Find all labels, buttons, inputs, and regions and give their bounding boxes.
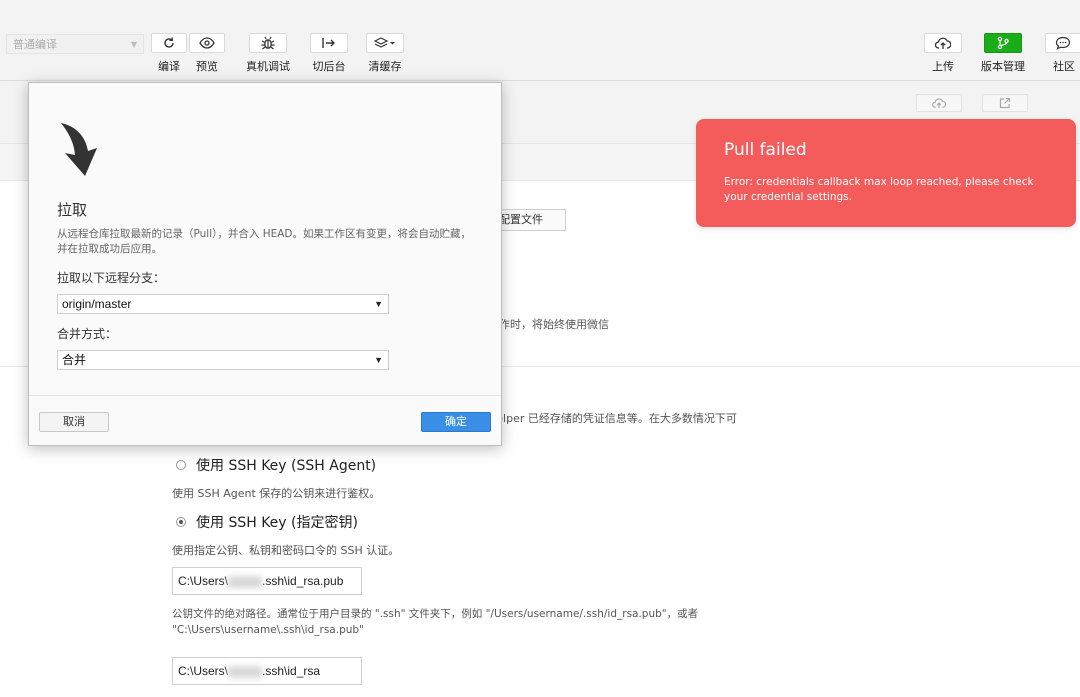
ssh-agent-option[interactable]: 使用 SSH Key (SSH Agent) [176, 455, 376, 475]
branch-label: 拉取以下远程分支： [57, 271, 166, 285]
upload-label: 上传 [932, 60, 954, 73]
ssh-key-label: 使用 SSH Key (指定密钥) [196, 515, 358, 531]
compile-button[interactable] [151, 33, 187, 53]
error-toast[interactable]: Pull failed Error: credentials callback … [696, 119, 1076, 227]
remote-debug-button[interactable] [249, 33, 287, 53]
push-button[interactable] [916, 94, 962, 112]
redacted-username [228, 575, 263, 588]
version-management-button[interactable] [984, 33, 1022, 53]
branch-icon [997, 36, 1009, 50]
clear-cache-label: 清缓存 [368, 60, 402, 73]
branch-select-value: origin/master [62, 297, 132, 311]
dialog-title: 拉取 [57, 201, 88, 219]
toast-message: Error: credentials callback max loop rea… [724, 176, 1034, 203]
dialog-divider [29, 395, 501, 396]
chevron-down-icon: ▼ [374, 355, 383, 365]
public-key-path-input[interactable]: C:\Users\ .ssh\id_rsa.pub [172, 567, 362, 595]
clear-cache-button[interactable] [366, 33, 404, 53]
cloud-upload-icon [932, 97, 946, 108]
private-key-path-input[interactable]: C:\Users\ .ssh\id_rsa [172, 657, 362, 685]
switch-background-label: 切后台 [312, 60, 346, 73]
public-key-desc-line-1: 公钥文件的绝对路径。通常位于用户目录的 ".ssh" 文件夹下，例如 "/Use… [172, 608, 699, 620]
confirm-button[interactable]: 确定 [421, 412, 491, 432]
config-file-label: 配置文件 [499, 213, 543, 226]
auth-option-desc-1: 操作时，将始终使用微信 [488, 318, 609, 331]
compile-label: 编译 [158, 60, 180, 73]
cloud-upload-icon [935, 37, 951, 49]
remote-debug-label: 真机调试 [246, 60, 290, 73]
compile-mode-select[interactable]: 普通编译 ▼ [6, 34, 144, 54]
ssh-key-radio[interactable] [176, 517, 186, 527]
cancel-button[interactable]: 取消 [39, 412, 109, 432]
merge-mode-select[interactable]: 合并 ▼ [57, 350, 389, 370]
layers-icon [374, 37, 395, 48]
merge-mode-value: 合并 [62, 353, 87, 367]
redacted-username [228, 665, 263, 678]
public-key-desc-line-2: "C:\Users\username\.ssh\id_rsa.pub" [172, 624, 364, 636]
private-key-path-suffix: .ssh\id_rsa [262, 664, 321, 678]
merge-mode-label: 合并方式： [57, 327, 118, 341]
ssh-agent-desc: 使用 SSH Agent 保存的公钥来进行鉴权。 [172, 487, 381, 500]
switch-background-icon [322, 38, 335, 48]
public-key-path-prefix: C:\Users\ [178, 574, 229, 588]
toast-title: Pull failed [724, 140, 807, 160]
bug-icon [261, 36, 275, 50]
chevron-down-icon: ▼ [374, 299, 383, 309]
eye-icon [199, 37, 215, 49]
private-key-path-prefix: C:\Users\ [178, 664, 229, 678]
public-key-path-suffix: .ssh\id_rsa.pub [262, 574, 344, 588]
pull-arrow-icon [61, 123, 97, 176]
ssh-agent-label: 使用 SSH Key (SSH Agent) [196, 458, 377, 474]
compile-mode-value: 普通编译 [13, 38, 57, 51]
community-label: 社区 [1053, 60, 1075, 73]
pull-dialog: 拉取 从远程仓库拉取最新的记录（Pull），并合入 HEAD。如果工作区有变更，… [28, 82, 502, 446]
ssh-key-desc: 使用指定公钥、私钥和密码口令的 SSH 认证。 [172, 544, 400, 557]
community-button[interactable] [1045, 33, 1080, 53]
upload-button[interactable] [924, 33, 962, 53]
open-external-button[interactable] [982, 94, 1028, 112]
ssh-agent-radio[interactable] [176, 460, 186, 470]
chat-icon [1055, 36, 1071, 50]
switch-background-button[interactable] [310, 33, 348, 53]
branch-select[interactable]: origin/master ▼ [57, 294, 389, 314]
preview-label: 预览 [196, 60, 218, 73]
version-management-label: 版本管理 [981, 60, 1025, 73]
preview-button[interactable] [189, 33, 225, 53]
ssh-key-option[interactable]: 使用 SSH Key (指定密钥) [176, 512, 358, 532]
dialog-description: 从远程仓库拉取最新的记录（Pull），并合入 HEAD。如果工作区有变更，将会自… [57, 228, 472, 255]
auth-option-desc-2: Helper 已经存储的凭证信息等。在大多数情况下可 [488, 412, 737, 425]
refresh-icon [164, 37, 174, 48]
open-external-icon [999, 97, 1011, 109]
chevron-down-icon: ▼ [130, 40, 137, 49]
